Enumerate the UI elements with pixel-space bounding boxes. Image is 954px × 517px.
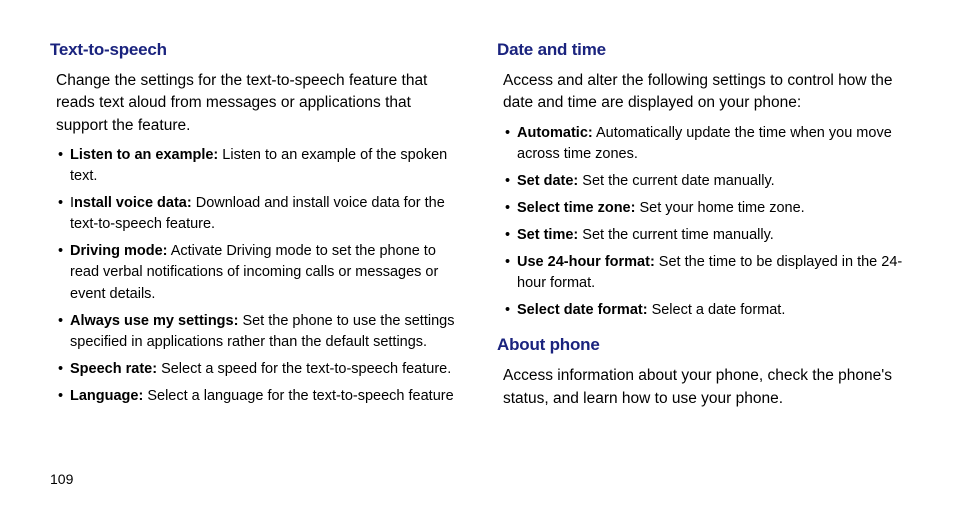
list-item: Use 24-hour format: Set the time to be d… <box>503 252 904 294</box>
item-text: Select a speed for the text-to-speech fe… <box>157 361 451 377</box>
item-label: Listen to an example: <box>70 147 218 163</box>
heading-datetime: Date and time <box>497 40 904 60</box>
intro-datetime: Access and alter the following settings … <box>497 70 904 115</box>
item-label: Automatic: <box>517 125 593 141</box>
item-label: Speech rate: <box>70 361 157 377</box>
section-text-to-speech: Text-to-speech Change the settings for t… <box>50 40 457 407</box>
item-label: Select date format: <box>517 302 648 318</box>
heading-tts: Text-to-speech <box>50 40 457 60</box>
item-text: Set the current time manually. <box>578 227 774 243</box>
item-text: Select a language for the text-to-speech… <box>143 388 453 404</box>
datetime-items-list: Automatic: Automatically update the time… <box>497 123 904 321</box>
item-text: Select a date format. <box>648 302 786 318</box>
item-label: Set date: <box>517 173 578 189</box>
tts-items-list: Listen to an example: Listen to an examp… <box>50 145 457 406</box>
section-date-time: Date and time Access and alter the follo… <box>497 40 904 321</box>
list-item: Select date format: Select a date format… <box>503 300 904 321</box>
item-text: Set the current date manually. <box>578 173 774 189</box>
intro-about: Access information about your phone, che… <box>497 365 904 410</box>
page-number: 109 <box>50 471 73 487</box>
list-item: Driving mode: Activate Driving mode to s… <box>56 241 457 304</box>
intro-tts: Change the settings for the text-to-spee… <box>50 70 457 137</box>
right-column: Date and time Access and alter the follo… <box>497 40 904 424</box>
item-label: Language: <box>70 388 143 404</box>
item-label: Always use my settings: <box>70 313 238 329</box>
item-label: Use 24-hour format: <box>517 254 655 270</box>
item-label: Set time: <box>517 227 578 243</box>
list-item: Automatic: Automatically update the time… <box>503 123 904 165</box>
list-item: Set time: Set the current time manually. <box>503 225 904 246</box>
section-about-phone: About phone Access information about you… <box>497 335 904 410</box>
left-column: Text-to-speech Change the settings for t… <box>50 40 457 424</box>
item-label: Select time zone: <box>517 200 635 216</box>
list-item: Install voice data: Download and install… <box>56 193 457 235</box>
item-label: nstall voice data: <box>74 195 192 211</box>
heading-about: About phone <box>497 335 904 355</box>
item-label: Driving mode: <box>70 243 167 259</box>
list-item: Speech rate: Select a speed for the text… <box>56 359 457 380</box>
list-item: Set date: Set the current date manually. <box>503 171 904 192</box>
page-columns: Text-to-speech Change the settings for t… <box>50 40 904 424</box>
list-item: Listen to an example: Listen to an examp… <box>56 145 457 187</box>
item-text: Set your home time zone. <box>635 200 804 216</box>
list-item: Language: Select a language for the text… <box>56 386 457 407</box>
list-item: Always use my settings: Set the phone to… <box>56 311 457 353</box>
list-item: Select time zone: Set your home time zon… <box>503 198 904 219</box>
